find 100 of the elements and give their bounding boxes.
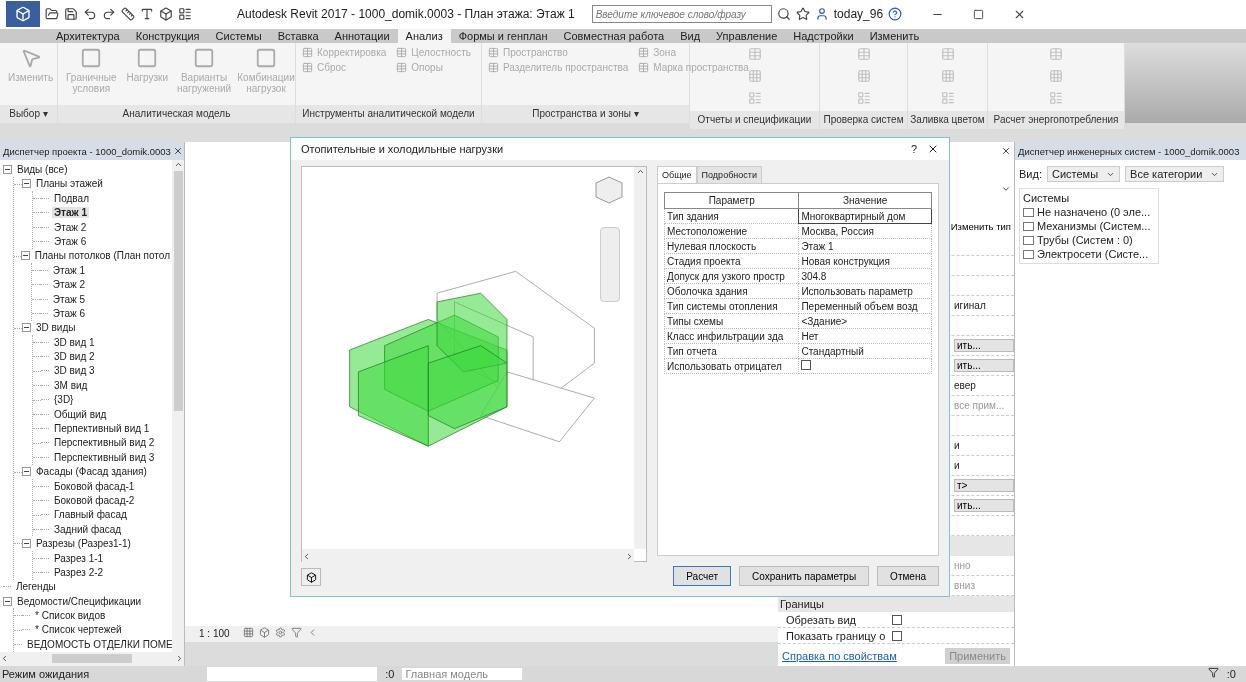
tree-item[interactable]: Перспективный вид 3 — [52, 451, 157, 463]
tree-item[interactable]: Разрез 1-1 — [52, 552, 106, 564]
property-button[interactable]: ить... — [954, 339, 1014, 353]
tree-item[interactable]: Общий вид — [52, 408, 109, 420]
ribbon-tab[interactable]: Формы и генплан — [450, 29, 556, 43]
tree-item[interactable]: Задний фасад — [52, 523, 124, 535]
tree-item[interactable]: Этаж 5 — [50, 293, 87, 305]
tree-item[interactable]: Перпективный вид 1 — [52, 423, 152, 434]
ruler-icon[interactable] — [121, 7, 135, 22]
redo-icon[interactable] — [102, 7, 116, 22]
property-button[interactable]: ить... — [954, 359, 1014, 373]
search-icon[interactable] — [776, 7, 791, 22]
tree-item[interactable]: Перспективный вид 2 — [52, 437, 157, 449]
tree-item[interactable]: Этаж 1 — [50, 264, 87, 276]
table-cell[interactable]: Москва, Россия — [798, 223, 932, 239]
scrollbar[interactable] — [0, 651, 184, 666]
collapse-icon[interactable] — [22, 179, 31, 189]
tree-item[interactable]: Разрез 2-2 — [52, 566, 106, 578]
maximize-icon[interactable] — [973, 9, 985, 20]
collapse-icon[interactable] — [3, 165, 12, 174]
tree-item[interactable]: Боковой фасад-2 — [52, 494, 137, 506]
collapse-icon[interactable] — [22, 467, 31, 477]
search-field[interactable]: Введите ключевое слово/фразу — [591, 5, 772, 24]
dialog-button[interactable]: Отмена — [877, 566, 939, 586]
close-icon[interactable] — [927, 143, 939, 155]
table-cell[interactable]: <Здание> — [798, 313, 932, 329]
tree-item[interactable]: Подвал — [52, 192, 91, 204]
scale-label[interactable]: 1 : 100 — [199, 628, 230, 640]
dialog-tab[interactable]: Общие — [657, 166, 697, 183]
app-logo[interactable] — [6, 1, 40, 28]
tree-item[interactable]: Не назначено (0 эле... — [1037, 206, 1151, 219]
tree-item[interactable]: Системы — [1023, 192, 1070, 205]
tree-item[interactable]: Электросети (Систе... — [1037, 248, 1149, 261]
close-icon[interactable] — [172, 146, 183, 157]
scrollbar[interactable] — [634, 167, 646, 549]
dialog-button[interactable]: Сохранить параметры — [739, 566, 870, 586]
ribbon-tab[interactable]: Архитектура — [48, 29, 128, 43]
dialog-tab[interactable]: Подробности — [696, 166, 762, 183]
tree-item[interactable]: * Список чертежей — [33, 624, 124, 636]
tree-item[interactable]: 3D вид 3 — [52, 365, 97, 377]
tree-item[interactable]: 3D виды — [34, 322, 78, 334]
property-button[interactable]: т> — [954, 479, 1014, 493]
tree-item[interactable]: * Список видов — [33, 610, 108, 622]
cube-icon[interactable] — [159, 7, 173, 22]
tree-item[interactable]: ВЕДОМОСТЬ ОТДЕЛКИ ПОМЕ — [25, 638, 172, 650]
filter-icon[interactable] — [1207, 667, 1219, 681]
ribbon-tab[interactable]: Вставка — [269, 29, 327, 43]
settings-icon[interactable] — [274, 627, 286, 641]
scroll-right-icon[interactable] — [175, 654, 184, 664]
list-icon[interactable] — [178, 7, 192, 22]
user-icon[interactable] — [814, 7, 829, 22]
edit-type-button[interactable]: Изменить тип — [950, 221, 1011, 233]
ribbon-tab[interactable]: Вид — [672, 29, 709, 43]
dialog-button[interactable]: Расчет — [673, 566, 732, 586]
tree-item[interactable]: Фасады (Фасад здания) — [34, 466, 149, 478]
scrollbar[interactable] — [172, 160, 184, 652]
user-name[interactable]: today_96 — [833, 7, 884, 22]
help-icon[interactable] — [888, 7, 903, 22]
tree-item[interactable]: 3D вид 2 — [52, 351, 97, 363]
ribbon-tab[interactable]: Аннотации — [326, 29, 398, 43]
tree-item[interactable]: Трубы (Систем : 0) — [1037, 234, 1133, 247]
open-icon[interactable] — [45, 7, 59, 22]
table-cell[interactable]: 304.8 — [798, 268, 932, 284]
help-link[interactable]: Справка по свойствам — [782, 650, 897, 663]
scrollbar[interactable] — [302, 549, 634, 563]
collapse-icon[interactable] — [22, 539, 31, 549]
tree-item[interactable]: 3M вид — [52, 379, 90, 391]
ribbon-tab[interactable]: Надстройки — [785, 29, 862, 43]
help-button[interactable]: ? — [910, 143, 917, 155]
collapse-icon[interactable] — [20, 251, 30, 261]
checkbox[interactable] — [892, 614, 902, 625]
collapse-icon[interactable] — [3, 596, 12, 606]
status-field[interactable] — [207, 666, 378, 681]
checkbox[interactable] — [892, 630, 902, 641]
view-button[interactable] — [301, 568, 321, 586]
tree-item[interactable]: Планы потолков (План потол — [32, 250, 172, 262]
ribbon-tab[interactable]: Изменить — [861, 29, 928, 43]
table-cell[interactable]: Этаж 1 — [798, 238, 932, 254]
scroll-up-icon[interactable] — [635, 167, 645, 176]
table-cell[interactable]: Переменный объем возд — [798, 298, 932, 314]
save-icon[interactable] — [64, 7, 78, 22]
tree-item[interactable]: Легенды — [14, 581, 58, 593]
scroll-left-icon[interactable] — [0, 654, 9, 664]
tree-item[interactable]: Планы этажей — [34, 178, 105, 190]
tree-item[interactable]: Ведомости/Спецификации — [15, 595, 144, 607]
dropdown[interactable]: Все категории — [1125, 166, 1225, 183]
tree-item[interactable]: Этаж 1 — [52, 207, 89, 219]
tree-item[interactable]: Этаж 2 — [52, 221, 89, 233]
table-cell[interactable]: Новая конструкция — [798, 253, 932, 269]
tree-item[interactable]: Разрезы (Разрез1-1) — [34, 538, 133, 550]
property-button[interactable]: ить... — [954, 499, 1014, 513]
star-icon[interactable] — [795, 7, 810, 22]
tree-item[interactable]: Виды (все) — [15, 164, 70, 175]
tree-item[interactable]: Этаж 2 — [50, 279, 87, 291]
text-icon[interactable] — [140, 7, 154, 22]
tree-item[interactable]: Этаж 6 — [52, 235, 89, 247]
ribbon-tab[interactable]: Управление — [708, 29, 786, 43]
dropdown[interactable]: Системы — [1046, 166, 1121, 183]
tree-item[interactable]: Механизмы (Систем... — [1037, 220, 1151, 233]
checkbox[interactable] — [801, 360, 812, 370]
